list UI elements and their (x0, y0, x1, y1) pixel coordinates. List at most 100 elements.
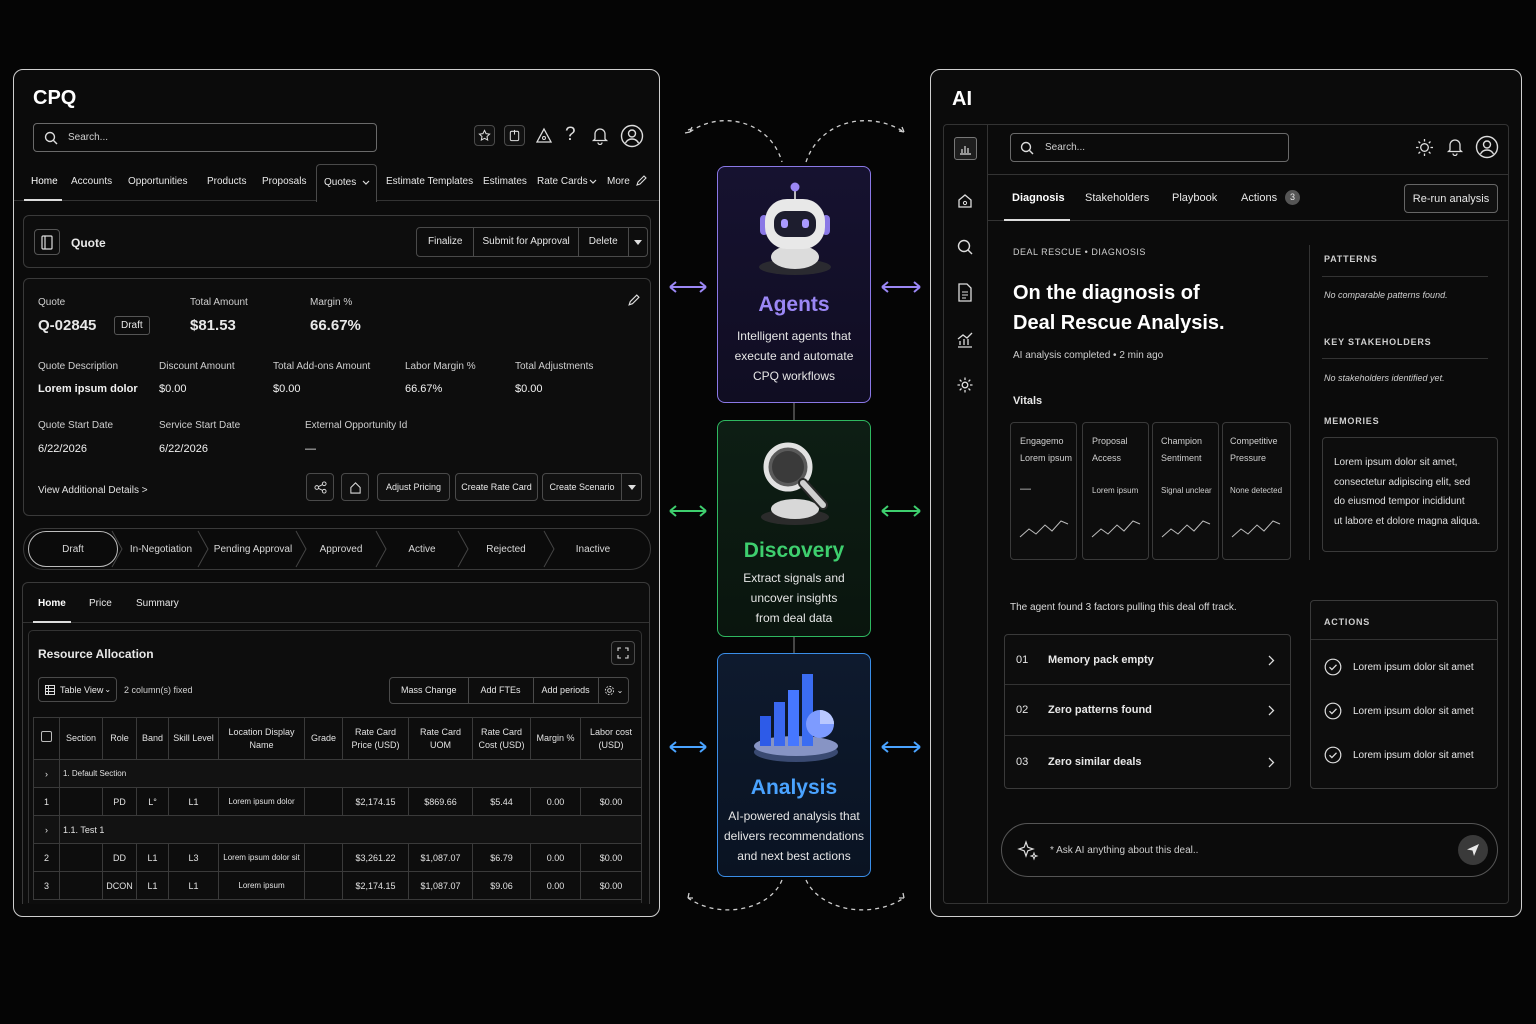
vital-card-proposal[interactable]: Proposal Access Lorem ipsum (1082, 422, 1149, 560)
create-scenario-button[interactable]: Create Scenario (542, 473, 622, 501)
more-actions-dropdown[interactable] (629, 239, 647, 245)
send-button[interactable] (1458, 835, 1488, 865)
analysis-completed-label: AI analysis completed • 2 min ago (1013, 350, 1164, 361)
desc-line: delivers recommendations (723, 829, 865, 843)
col-rate-card-cost[interactable]: Rate Card Cost (USD) (472, 717, 531, 760)
tab-playbook[interactable]: Playbook (1172, 192, 1217, 204)
col-band[interactable]: Band (136, 717, 169, 760)
col-grade[interactable]: Grade (304, 717, 343, 760)
help-icon[interactable]: ? (565, 124, 576, 146)
factor-row[interactable]: 01 Memory pack empty (1005, 635, 1290, 685)
cpq-title: CPQ (33, 87, 77, 109)
add-periods-button[interactable]: Add periods (534, 678, 599, 703)
sparkline (1161, 520, 1211, 538)
bell-icon[interactable] (1446, 137, 1464, 156)
nav-estimate-templates[interactable]: Estimate Templates (386, 176, 473, 187)
col-rate-card-uom[interactable]: Rate Card UOM (408, 717, 473, 760)
cpq-nav: Home Accounts Opportunities Products Pro… (14, 163, 659, 202)
adjust-pricing-button[interactable]: Adjust Pricing (377, 473, 450, 501)
tab-diagnosis[interactable]: Diagnosis (1012, 192, 1065, 204)
scenario-dropdown[interactable] (621, 473, 642, 501)
col-skill-level[interactable]: Skill Level (168, 717, 219, 760)
delete-button[interactable]: Delete (579, 228, 629, 256)
sidebar-home-icon[interactable] (956, 192, 974, 210)
subtab-summary[interactable]: Summary (136, 598, 179, 609)
vital-card-champion[interactable]: Champion Sentiment Signal unclear (1152, 422, 1219, 560)
edit-icon[interactable] (627, 294, 640, 307)
warning-icon[interactable] (535, 127, 553, 145)
external-opportunity-value: — (305, 443, 316, 455)
table-row[interactable]: 3 DCON L1 L1 Lorem ipsum $2,174.15 $1,08… (33, 871, 642, 900)
home-sync-button[interactable] (341, 473, 369, 501)
subtab-home[interactable]: Home (38, 598, 66, 609)
expand-button[interactable] (611, 641, 635, 665)
user-avatar-icon[interactable] (1475, 135, 1499, 159)
col-role[interactable]: Role (102, 717, 137, 760)
ai-search-input[interactable]: Search... (1010, 133, 1289, 162)
add-ftes-button[interactable]: Add FTEs (469, 678, 534, 703)
external-opportunity-label: External Opportunity Id (305, 420, 408, 431)
col-margin[interactable]: Margin % (530, 717, 581, 760)
search-placeholder: Search... (1045, 142, 1086, 153)
clipboard-icon[interactable] (504, 125, 525, 146)
ask-ai-input[interactable]: * Ask AI anything about this deal.. (1001, 823, 1498, 877)
sidebar-document-icon[interactable] (957, 283, 973, 302)
edit-icon[interactable] (635, 175, 647, 187)
action-item-label: Lorem ipsum dolor sit amet (1353, 661, 1474, 673)
col-location[interactable]: Location Display Name (218, 717, 305, 760)
col-section[interactable]: Section (59, 717, 103, 760)
subtab-price[interactable]: Price (89, 598, 112, 609)
vital-card-competitive[interactable]: Competitive Pressure None detected (1222, 422, 1291, 560)
bar-chart-icon (754, 674, 838, 762)
nav-proposals[interactable]: Proposals (262, 176, 306, 187)
share-button[interactable] (306, 473, 334, 501)
sidebar-search-icon[interactable] (956, 238, 974, 256)
section-row[interactable]: › 1.1. Test 1 (33, 815, 642, 844)
factor-label: Zero patterns found (1048, 704, 1152, 716)
action-item[interactable]: Lorem ipsum dolor sit amet (1324, 746, 1474, 764)
row-number: 2 (33, 843, 60, 872)
nav-estimates[interactable]: Estimates (483, 176, 527, 187)
vital-card-engagement[interactable]: Engagemo Lorem ipsum — (1010, 422, 1077, 560)
theme-sun-icon[interactable] (1415, 138, 1434, 157)
user-avatar-icon[interactable] (620, 124, 644, 148)
sidebar-item-dashboard[interactable] (954, 137, 977, 160)
submit-for-approval-button[interactable]: Submit for Approval (474, 228, 579, 256)
col-rate-card-price[interactable]: Rate Card Price (USD) (342, 717, 409, 760)
table-row[interactable]: 1 PD L° L1 Lorem ipsum dolor $2,174.15 $… (33, 787, 642, 816)
section-row[interactable]: › 1. Default Section (33, 759, 642, 788)
bell-icon[interactable] (591, 126, 609, 145)
nav-more[interactable]: More (607, 176, 630, 187)
favorite-icon[interactable] (474, 125, 495, 146)
create-rate-card-button[interactable]: Create Rate Card (455, 473, 538, 501)
factor-row[interactable]: 02 Zero patterns found (1005, 685, 1290, 736)
nav-home[interactable]: Home (31, 176, 58, 187)
service-start-value: 6/22/2026 (159, 443, 208, 455)
table-row[interactable]: 2 DD L1 L3 Lorem ipsum dolor sit $3,261.… (33, 843, 642, 872)
nav-opportunities[interactable]: Opportunities (128, 176, 187, 187)
action-item[interactable]: Lorem ipsum dolor sit amet (1324, 658, 1474, 676)
factor-row[interactable]: 03 Zero similar deals (1005, 736, 1290, 788)
view-additional-details-link[interactable]: View Additional Details > (38, 485, 148, 496)
table-view-select[interactable]: Table View ⌄ (38, 677, 117, 702)
action-item[interactable]: Lorem ipsum dolor sit amet (1324, 702, 1474, 720)
expand-cell[interactable]: › (33, 759, 60, 788)
tab-actions[interactable]: Actions (1241, 192, 1277, 204)
select-all-checkbox-cell[interactable] (33, 717, 60, 760)
cpq-search-input[interactable]: Search... (33, 123, 377, 152)
checkbox[interactable] (41, 731, 52, 743)
nav-quotes[interactable]: Quotes (316, 164, 377, 202)
tab-stakeholders[interactable]: Stakeholders (1085, 192, 1149, 204)
settings-dropdown[interactable]: ⌄ (599, 685, 629, 696)
nav-products[interactable]: Products (207, 176, 246, 187)
nav-rate-cards[interactable]: Rate Cards (537, 176, 588, 187)
col-labor-cost[interactable]: Labor cost (USD) (580, 717, 642, 760)
nav-accounts[interactable]: Accounts (71, 176, 112, 187)
finalize-button[interactable]: Finalize (417, 228, 475, 256)
sidebar-settings-icon[interactable] (956, 376, 974, 394)
mass-change-button[interactable]: Mass Change (390, 678, 469, 703)
cost-cell: $6.79 (472, 843, 531, 872)
expand-cell[interactable]: › (33, 815, 60, 844)
rerun-analysis-button[interactable]: Re-run analysis (1404, 184, 1498, 213)
sidebar-analytics-icon[interactable] (956, 331, 974, 349)
